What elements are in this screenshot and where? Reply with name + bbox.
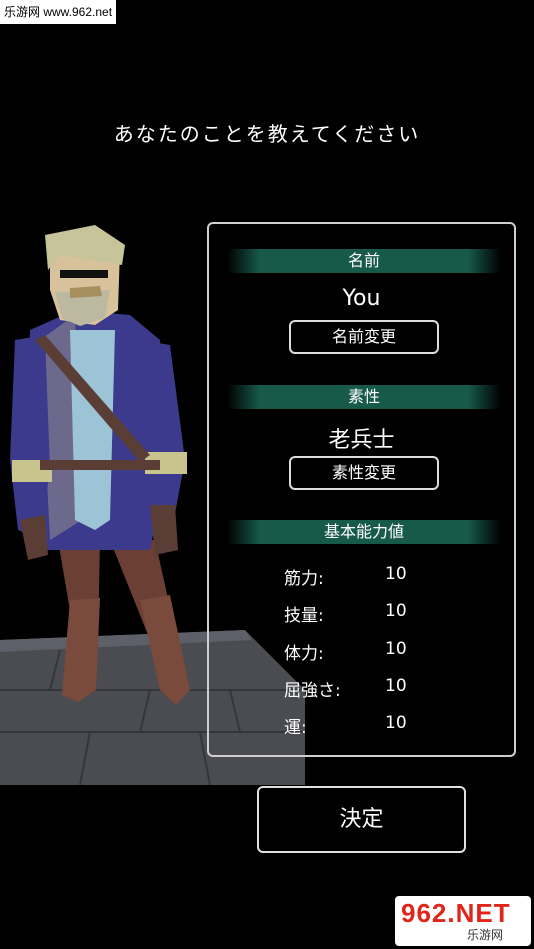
stat-label-dexterity: 技量: [284, 606, 324, 626]
change-trait-button[interactable]: 素性変更 [289, 456, 439, 490]
watermark-top: 乐游网 www.962.net [0, 0, 117, 24]
stat-label-luck: 運: [284, 718, 307, 738]
name-value: You [342, 286, 381, 311]
stat-value-luck: 10 [385, 713, 407, 733]
name-section-header: 名前 [227, 249, 501, 273]
watermark-logo-text: 962.NET [401, 898, 511, 928]
trait-value: 老兵士 [328, 428, 395, 453]
profile-panel: 名前 You 名前変更 素性 老兵士 素性変更 基本能力値 筋力: 10 技量:… [207, 222, 516, 757]
stats-section-header: 基本能力値 [227, 520, 501, 544]
watermark-logo: 962.NET 乐游网 [395, 896, 531, 946]
prompt-text: あなたのことを教えてください [113, 122, 421, 146]
stat-label-stamina: 体力: [284, 644, 324, 664]
change-name-button[interactable]: 名前変更 [289, 320, 439, 354]
stat-label-strength: 筋力: [284, 569, 324, 589]
watermark-logo-subtext: 乐游网 [467, 928, 504, 942]
confirm-button[interactable]: 決定 [257, 786, 466, 853]
stat-value-dexterity: 10 [385, 601, 407, 621]
stat-value-strength: 10 [385, 564, 407, 584]
stat-value-toughness: 10 [385, 676, 407, 696]
stat-value-stamina: 10 [385, 639, 407, 659]
trait-section-header: 素性 [227, 385, 501, 409]
stat-label-toughness: 屈強さ: [284, 681, 341, 701]
